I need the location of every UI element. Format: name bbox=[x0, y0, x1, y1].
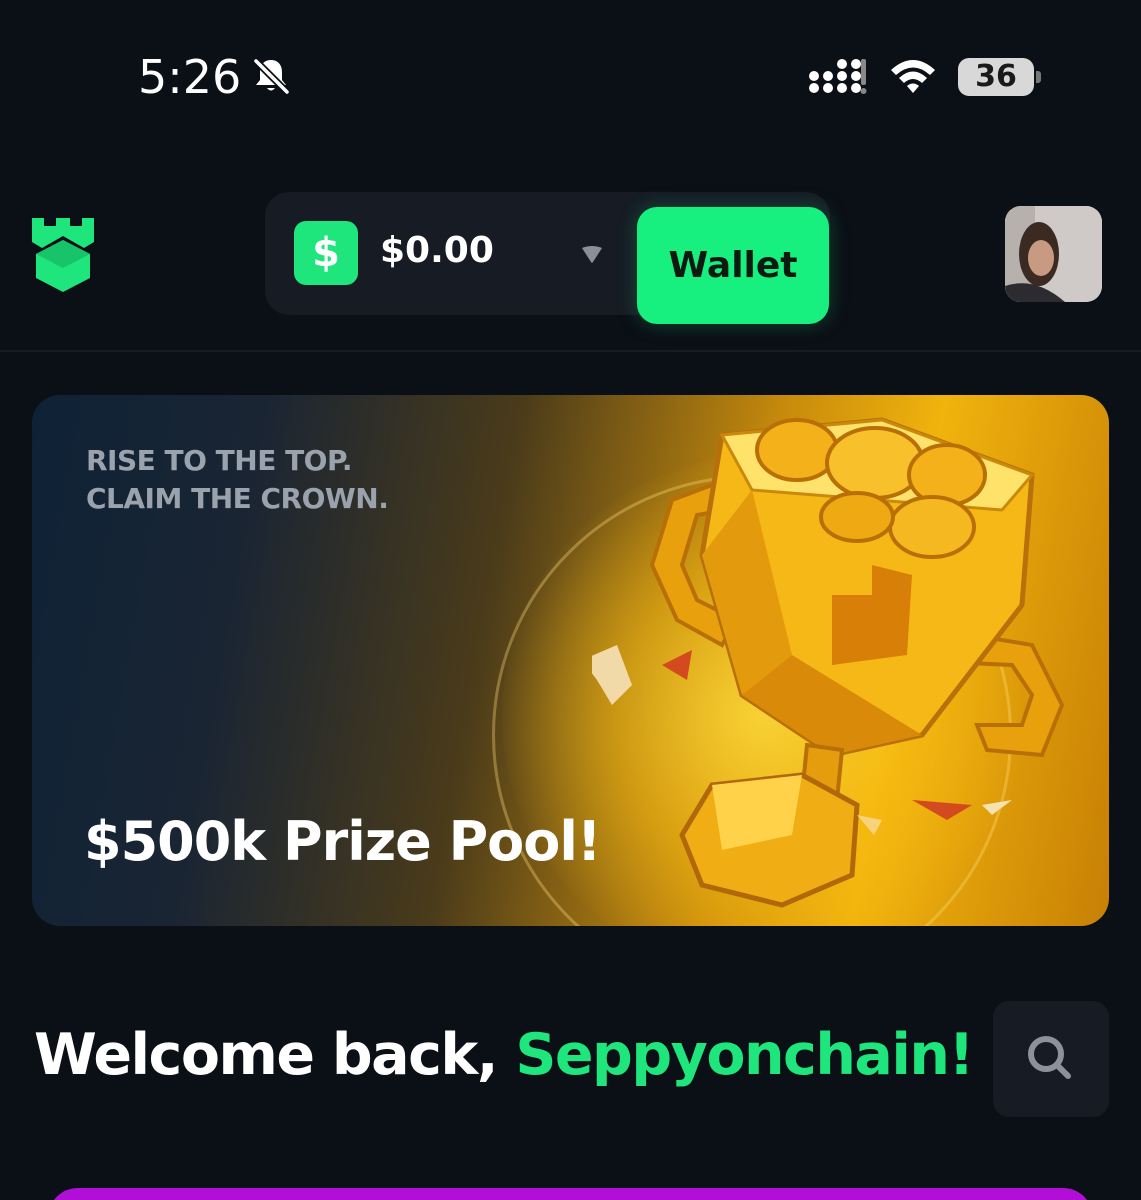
chevron-down-icon[interactable] bbox=[580, 245, 604, 265]
castle-logo-icon[interactable] bbox=[30, 212, 96, 292]
banner-tagline: RISE TO THE TOP. CLAIM THE CROWN. bbox=[86, 442, 389, 518]
signal-icon bbox=[809, 59, 867, 94]
balance-amount: $0.00 bbox=[380, 230, 494, 271]
promo-banner[interactable]: RISE TO THE TOP. CLAIM THE CROWN. $500k … bbox=[32, 395, 1109, 926]
trophy-icon bbox=[592, 417, 1065, 908]
avatar[interactable] bbox=[1005, 206, 1102, 302]
bell-slash-icon bbox=[253, 58, 290, 95]
prize-pool-title: $500k Prize Pool! bbox=[84, 810, 601, 873]
currency-badge: $ bbox=[294, 221, 358, 285]
status-time: 5:26 bbox=[138, 50, 242, 104]
battery-cap bbox=[1036, 71, 1041, 83]
wifi-icon bbox=[891, 60, 935, 93]
avatar-photo bbox=[1005, 206, 1102, 302]
app-header: $ $0.00 Wallet bbox=[0, 180, 1141, 352]
battery-icon: 36 bbox=[958, 58, 1041, 96]
search-button[interactable] bbox=[993, 1001, 1109, 1117]
battery-percent: 36 bbox=[975, 59, 1017, 94]
next-section-card[interactable] bbox=[48, 1188, 1093, 1200]
welcome-greeting: Welcome back, bbox=[34, 1022, 516, 1088]
tagline-line-2: CLAIM THE CROWN. bbox=[86, 482, 389, 515]
welcome-heading: Welcome back, Seppyonchain! bbox=[34, 1022, 974, 1088]
search-icon bbox=[1028, 1036, 1071, 1079]
balance-pill[interactable]: $ $0.00 Wallet bbox=[265, 192, 830, 324]
wallet-button[interactable]: Wallet bbox=[637, 207, 829, 324]
status-bar: 5:26 36 bbox=[0, 0, 1141, 150]
welcome-username: Seppyonchain! bbox=[515, 1022, 974, 1088]
tagline-line-1: RISE TO THE TOP. bbox=[86, 444, 353, 477]
